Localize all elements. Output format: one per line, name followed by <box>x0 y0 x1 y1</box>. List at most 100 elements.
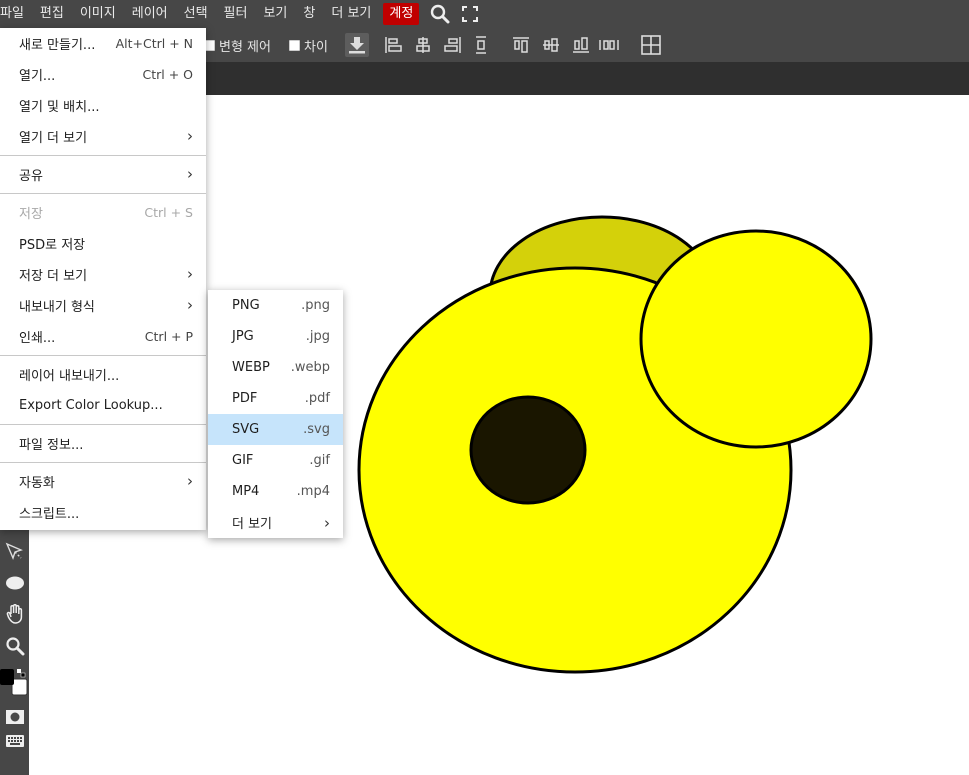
menu-more[interactable]: 더 보기 <box>323 1 379 27</box>
menu-item-export-as[interactable]: 내보내기 형식 › <box>0 290 206 321</box>
file-menu: 새로 만들기... Alt+Ctrl + N 열기... Ctrl + O 열기… <box>0 28 206 530</box>
export-gif[interactable]: GIF .gif <box>208 445 343 476</box>
menu-item-shortcut: Ctrl + O <box>142 67 193 82</box>
format-label: WEBP <box>232 360 270 375</box>
diff-label: 차이 <box>303 39 328 55</box>
menu-item-label: 공유 <box>19 169 43 184</box>
format-extension: .gif <box>309 453 330 468</box>
format-label: SVG <box>232 422 260 437</box>
color-swatch-icon[interactable] <box>0 665 29 701</box>
menu-view[interactable]: 보기 <box>255 1 295 27</box>
chevron-right-icon: › <box>187 165 193 183</box>
transform-control-label: 변형 제어 <box>219 39 271 55</box>
menu-item-label: 열기 및 배치... <box>19 100 100 115</box>
menu-separator <box>0 424 206 425</box>
small-yellow-circle-shape[interactable] <box>639 229 873 449</box>
menu-item-print[interactable]: 인쇄... Ctrl + P <box>0 321 206 352</box>
menu-item-open-more[interactable]: 열기 더 보기 › <box>0 121 206 152</box>
menu-item-share[interactable]: 공유 › <box>0 159 206 190</box>
menu-item-label: 레이어 내보내기... <box>19 369 120 384</box>
keyboard-icon[interactable] <box>0 727 29 755</box>
account-button[interactable]: 계정 <box>383 3 420 25</box>
export-svg[interactable]: SVG .svg <box>208 414 343 445</box>
menu-item-save-more[interactable]: 저장 더 보기 › <box>0 259 206 290</box>
menu-edit[interactable]: 편집 <box>32 1 72 27</box>
menu-item-label: 스크립트... <box>19 507 80 522</box>
menu-item-automate[interactable]: 자동화 › <box>0 466 206 497</box>
format-extension: .jpg <box>305 329 330 344</box>
format-extension: .webp <box>290 360 330 375</box>
menu-item-new[interactable]: 새로 만들기... Alt+Ctrl + N <box>0 28 206 59</box>
checkbox-box <box>288 39 300 51</box>
ellipse-icon[interactable] <box>0 569 29 597</box>
format-extension: .png <box>301 298 330 313</box>
hand-icon[interactable] <box>0 600 29 628</box>
select-icon[interactable] <box>0 538 29 566</box>
format-label: 더 보기 <box>232 517 273 532</box>
format-label: JPG <box>232 329 254 344</box>
menu-item-label: 새로 만들기... <box>19 38 96 53</box>
export-mp4[interactable]: MP4 .mp4 <box>208 476 343 507</box>
menu-item-open[interactable]: 열기... Ctrl + O <box>0 59 206 90</box>
menu-separator <box>0 155 206 156</box>
export-png[interactable]: PNG .png <box>208 290 343 321</box>
align-center-icon[interactable] <box>411 33 435 57</box>
zoom-icon[interactable] <box>0 632 29 660</box>
diff-checkbox[interactable]: 차이 <box>288 36 328 55</box>
menu-item-scripts[interactable]: 스크립트... <box>0 497 206 528</box>
chevron-right-icon: › <box>187 296 193 314</box>
menu-image[interactable]: 이미지 <box>72 1 124 27</box>
menubar: 파일 편집 이미지 레이어 선택 필터 보기 창 더 보기 계정 <box>0 0 969 28</box>
menu-select[interactable]: 선택 <box>176 1 216 27</box>
menu-item-export-color-lookup[interactable]: Export Color Lookup... <box>0 390 206 421</box>
menu-item-save-psd[interactable]: PSD로 저장 <box>0 228 206 259</box>
format-label: PDF <box>232 391 258 406</box>
menu-window[interactable]: 창 <box>295 1 323 27</box>
align-middle-icon[interactable] <box>539 33 563 57</box>
download-icon[interactable] <box>344 33 369 57</box>
grid-icon[interactable] <box>639 33 663 57</box>
format-label: PNG <box>232 298 260 313</box>
menu-item-label: 저장 <box>19 207 43 222</box>
menu-item-file-info[interactable]: 파일 정보... <box>0 428 206 459</box>
align-bottom-icon[interactable] <box>569 33 593 57</box>
menu-separator <box>0 193 206 194</box>
export-webp[interactable]: WEBP .webp <box>208 352 343 383</box>
menu-file[interactable]: 파일 <box>0 1 32 27</box>
export-pdf[interactable]: PDF .pdf <box>208 383 343 414</box>
menu-filter[interactable]: 필터 <box>216 1 256 27</box>
align-left-icon[interactable] <box>381 33 405 57</box>
menu-item-label: PSD로 저장 <box>19 238 86 253</box>
chevron-right-icon: › <box>324 513 330 532</box>
chevron-right-icon: › <box>187 265 193 283</box>
dark-circle-shape[interactable] <box>469 395 587 505</box>
export-more[interactable]: 더 보기 › <box>208 507 343 538</box>
menu-item-label: 내보내기 형식 <box>19 300 95 315</box>
distribute-horizontal-icon[interactable] <box>597 33 621 57</box>
align-top-icon[interactable] <box>509 33 533 57</box>
export-as-submenu: PNG .png JPG .jpg WEBP .webp PDF .pdf SV… <box>208 290 343 538</box>
align-right-icon[interactable] <box>441 33 465 57</box>
menu-item-export-layers[interactable]: 레이어 내보내기... <box>0 359 206 390</box>
export-jpg[interactable]: JPG .jpg <box>208 321 343 352</box>
menu-layer[interactable]: 레이어 <box>124 1 176 27</box>
chevron-right-icon: › <box>187 127 193 145</box>
format-extension: .svg <box>303 422 330 437</box>
format-label: MP4 <box>232 484 260 499</box>
fullscreen-icon[interactable] <box>455 0 485 28</box>
search-icon[interactable] <box>425 0 455 28</box>
distribute-vertical-icon[interactable] <box>469 33 493 57</box>
menu-item-shortcut: Ctrl + P <box>144 329 193 344</box>
menu-item-save: 저장 Ctrl + S <box>0 197 206 228</box>
menu-item-label: 인쇄... <box>19 331 56 346</box>
format-extension: .pdf <box>304 391 330 406</box>
format-label: GIF <box>232 453 254 468</box>
menu-item-open-place[interactable]: 열기 및 배치... <box>0 90 206 121</box>
menu-item-label: 열기... <box>19 69 56 84</box>
transform-control-checkbox[interactable]: 변형 제어 <box>204 36 271 55</box>
menu-separator <box>0 462 206 463</box>
menu-item-label: 저장 더 보기 <box>19 269 88 284</box>
menu-item-label: Export Color Lookup... <box>19 398 163 413</box>
menu-separator <box>0 355 206 356</box>
menu-item-label: 열기 더 보기 <box>19 131 88 146</box>
